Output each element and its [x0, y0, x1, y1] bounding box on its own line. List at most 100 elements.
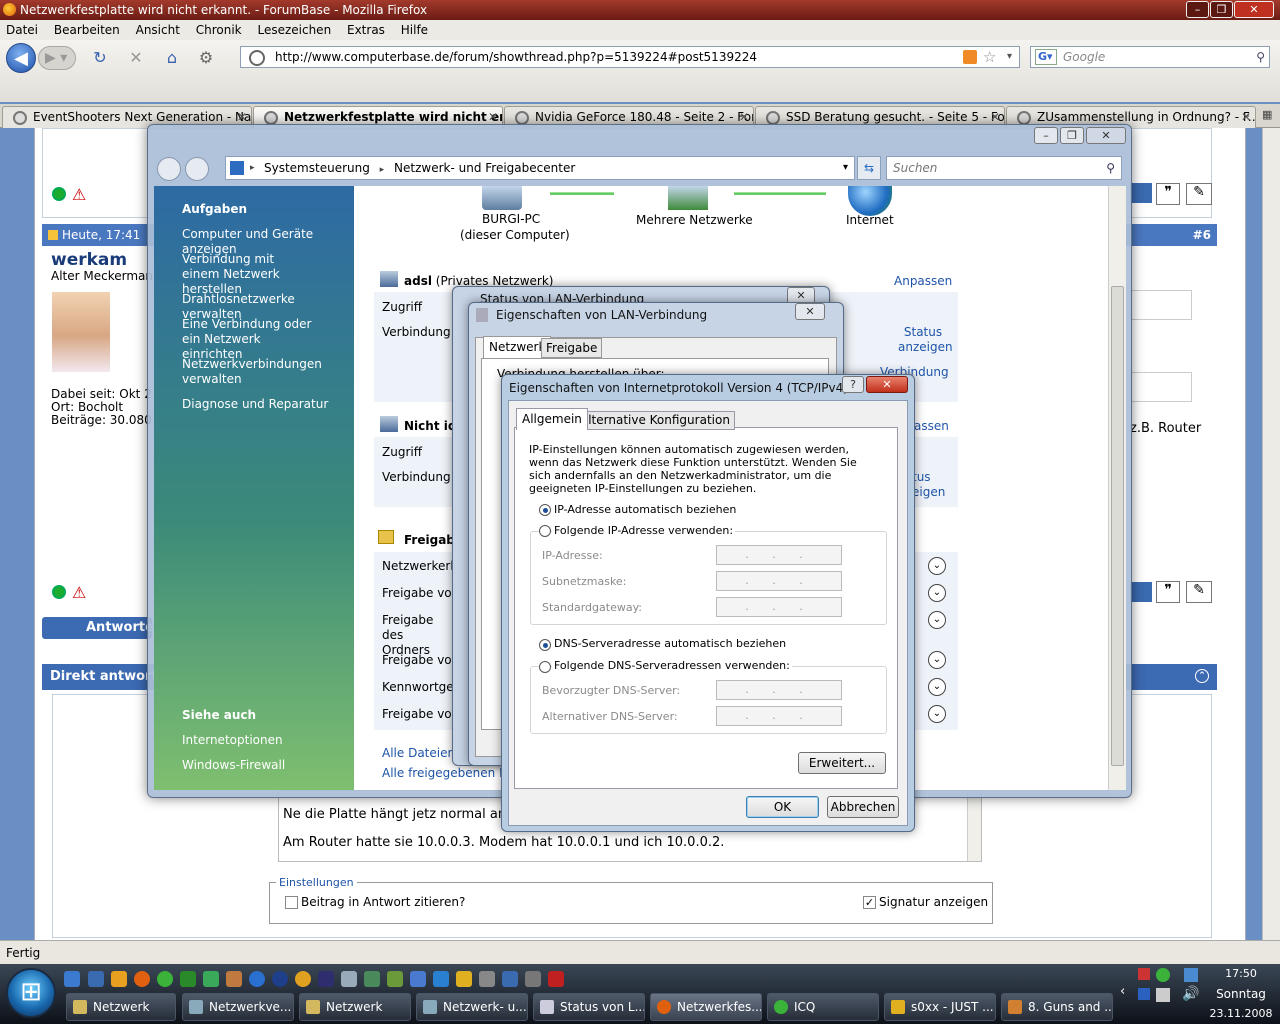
taskbar-clock[interactable]: 17:50 Sonntag 23.11.2008 [1208, 965, 1274, 1023]
taskbar-firefox[interactable]: Netzwerkfes... [650, 993, 762, 1021]
status-view-link-2[interactable]: tus eigen [912, 470, 952, 500]
close-button[interactable]: ✕ [1234, 1, 1274, 18]
report-warning-icon-2[interactable]: ⚠ [72, 583, 86, 602]
quote-checkbox[interactable] [285, 896, 298, 909]
refresh-icon[interactable]: ⇆ [857, 156, 881, 180]
cp-forward-button[interactable] [185, 157, 209, 181]
signature-checkbox[interactable]: ✓ [863, 896, 876, 909]
tab-allgemein[interactable]: Allgemein [516, 408, 588, 430]
taskbar-winamp[interactable]: s0xx - JUST ... [884, 993, 996, 1021]
gateway-field[interactable]: . . . [716, 597, 842, 617]
cp-scrollbar[interactable] [1108, 186, 1126, 790]
stop-icon[interactable]: ✕ [126, 48, 146, 68]
search-input[interactable]: G▾ Google ⚲ [1030, 46, 1270, 68]
quicklaunch-icq-icon[interactable] [157, 971, 173, 987]
menu-hilfe[interactable]: Hilfe [401, 23, 428, 37]
taskbar-netzwerkverbindungen[interactable]: Netzwerkve... [182, 993, 294, 1021]
menu-lesezeichen[interactable]: Lesezeichen [257, 23, 331, 37]
cp-search-input[interactable]: Suchen ⚲ [886, 156, 1122, 180]
taskbar-status-lan[interactable]: Status von L... [533, 993, 645, 1021]
dns-manual-radio[interactable] [539, 661, 551, 673]
edit-button-2[interactable] [1130, 582, 1152, 602]
quicklaunch-box-icon[interactable] [525, 971, 541, 987]
list-all-tabs-icon[interactable]: ▦ [1262, 108, 1276, 124]
cancel-button[interactable]: Abbrechen [827, 796, 899, 818]
quicklaunch-steam-icon[interactable] [272, 971, 288, 987]
expand-icon[interactable]: ⌄ [928, 651, 946, 669]
subnet-field[interactable]: . . . [716, 571, 842, 591]
user-avatar[interactable] [52, 292, 110, 372]
quicklaunch-media-icon[interactable] [111, 971, 127, 987]
cp-address-bar[interactable]: ▸ Systemsteuerung ▸ Netzwerk- und Freiga… [225, 156, 855, 180]
reload-icon[interactable]: ↻ [90, 48, 110, 68]
bookmark-star-icon[interactable]: ☆ [983, 47, 996, 67]
tray-icon-2[interactable] [1138, 988, 1150, 1000]
tray-network-icon[interactable] [1184, 968, 1198, 982]
ip-address-field[interactable]: . . . [716, 545, 842, 565]
expand-icon[interactable]: ⌄ [928, 557, 946, 575]
cp-close-button[interactable]: ✕ [1086, 127, 1126, 144]
google-engine-icon[interactable]: G▾ [1035, 49, 1057, 65]
post-username[interactable]: werkam [51, 250, 127, 270]
collapse-icon[interactable]: ⌃ [1195, 669, 1209, 683]
help-button[interactable]: ? [842, 376, 864, 393]
tray-icon-1[interactable] [1138, 968, 1150, 980]
tab-freigabe[interactable]: Freigabe [541, 338, 603, 358]
menu-chronik[interactable]: Chronik [196, 23, 242, 37]
quicklaunch-app-icon[interactable] [203, 971, 219, 987]
edit-button[interactable] [1130, 183, 1152, 203]
status-view-link[interactable]: Status anzeigen [898, 325, 953, 355]
quicklaunch-arrows-icon[interactable] [479, 971, 495, 987]
ip-auto-radio[interactable] [539, 504, 551, 516]
advanced-button[interactable]: Erweitert... [798, 752, 886, 774]
tab-close-icon[interactable]: ✕ [1241, 107, 1251, 127]
quicklaunch-folder-icon[interactable] [387, 971, 403, 987]
ok-button[interactable]: OK [746, 796, 819, 818]
reply-button[interactable]: Antworte [42, 617, 154, 639]
tray-expand-icon[interactable]: ‹ [1120, 984, 1125, 999]
task-diagnose[interactable]: Diagnose und Reparatur [182, 397, 352, 412]
breadcrumb-netzwerkcenter[interactable]: Netzwerk- und Freigabecenter [394, 161, 575, 175]
menu-datei[interactable]: Datei [6, 23, 38, 37]
task-setup-connection[interactable]: Eine Verbindung oder ein Netzwerk einric… [182, 317, 322, 362]
cp-maximize-button[interactable]: ❐ [1060, 127, 1084, 144]
volume-icon[interactable]: 🔊 [1182, 986, 1199, 1002]
expand-icon[interactable]: ⌄ [928, 678, 946, 696]
quicklaunch-office-icon[interactable] [410, 971, 426, 987]
address-dropdown-icon[interactable]: ▾ [843, 157, 848, 179]
quicklaunch-ts-icon[interactable] [318, 971, 334, 987]
cp-search-icon[interactable]: ⚲ [1106, 157, 1115, 179]
quote-icon-2[interactable]: ❞ [1156, 581, 1180, 603]
ip-manual-radio[interactable] [539, 525, 551, 537]
search-magnifier-icon[interactable]: ⚲ [1256, 47, 1265, 67]
page-scrollbar[interactable] [1262, 128, 1280, 940]
textarea-scrollbar[interactable] [967, 791, 981, 861]
maximize-button[interactable]: ❐ [1210, 1, 1233, 18]
reply-icon-2[interactable]: ✎ [1186, 581, 1212, 603]
link-all-shared[interactable]: Alle freigegebenen Ne [382, 766, 515, 781]
link-internet-options[interactable]: Internetoptionen [182, 733, 283, 748]
quicklaunch-tool-icon[interactable] [180, 971, 196, 987]
link-windows-firewall[interactable]: Windows-Firewall [182, 758, 285, 773]
post-number[interactable]: #6 [1193, 224, 1211, 246]
addon-icon[interactable]: ⚙ [196, 48, 216, 68]
dns-preferred-field[interactable]: . . . [716, 680, 842, 700]
menu-bearbeiten[interactable]: Bearbeiten [54, 23, 120, 37]
quicklaunch-screen-icon[interactable] [502, 971, 518, 987]
taskbar-netzwerk-2[interactable]: Netzwerk [299, 993, 411, 1021]
quicklaunch-network-icon[interactable] [364, 971, 380, 987]
rss-icon[interactable] [963, 50, 977, 64]
cp-back-button[interactable] [157, 157, 181, 181]
forward-button[interactable]: ▶ ▾ [38, 46, 76, 70]
quicklaunch-misc-icon[interactable] [341, 971, 357, 987]
expand-icon[interactable]: ⌄ [928, 584, 946, 602]
back-button[interactable]: ◀ [6, 43, 36, 73]
tray-icon-3[interactable] [1156, 988, 1170, 1002]
taskbar-guns-and[interactable]: 8. Guns and ... [1001, 993, 1113, 1021]
tab-alternative-konfiguration[interactable]: Alternative Konfiguration [575, 411, 735, 430]
tray-icq-icon[interactable] [1156, 968, 1170, 982]
customize-link[interactable]: Anpassen [894, 274, 952, 289]
ipv4-close-button[interactable]: ✕ [866, 376, 908, 393]
reply-icon[interactable]: ✎ [1186, 183, 1212, 205]
quicklaunch-desktop-icon[interactable] [64, 971, 80, 987]
